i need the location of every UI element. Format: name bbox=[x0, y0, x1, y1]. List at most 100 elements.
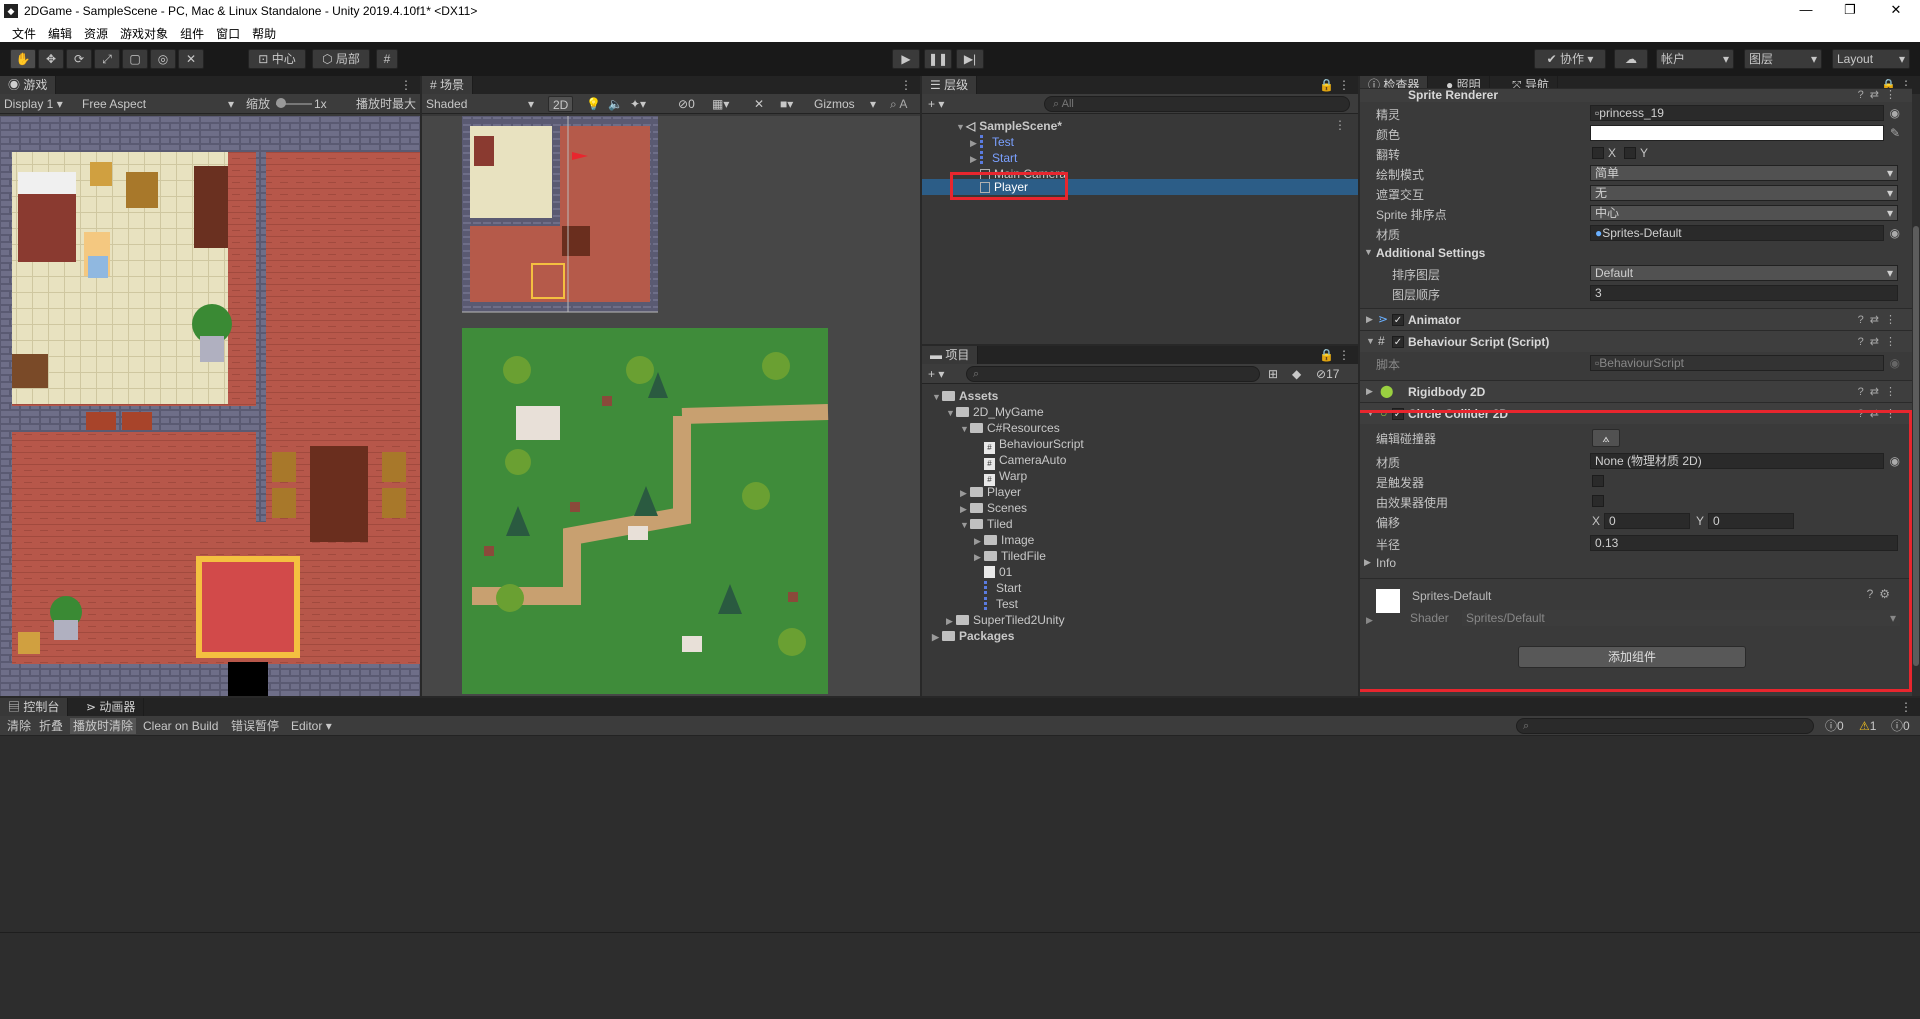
foldout-arrow-icon[interactable]: ▶ bbox=[932, 629, 942, 645]
panel-menu-icon[interactable]: ⋮ bbox=[1338, 348, 1350, 362]
project-item[interactable]: Start bbox=[974, 580, 1021, 596]
component-menu-icons[interactable]: ?⇄⋮ bbox=[1858, 313, 1902, 326]
scene-map[interactable] bbox=[462, 116, 842, 696]
cloud-icon[interactable]: ☁ bbox=[1614, 49, 1648, 69]
script-enabled-checkbox[interactable]: ✓ bbox=[1392, 336, 1404, 348]
audio-icon[interactable]: 🔈 bbox=[608, 96, 623, 112]
maximize-button[interactable]: ❐ bbox=[1830, 2, 1870, 18]
foldout-arrow-icon[interactable]: ▼ bbox=[946, 405, 956, 421]
project-item[interactable]: ▼ Assets bbox=[932, 388, 998, 404]
move-tool-icon[interactable]: ✥ bbox=[38, 49, 64, 69]
rotate-tool-icon[interactable]: ⟳ bbox=[66, 49, 92, 69]
gizmos-dropdown[interactable]: Gizmos ▾ bbox=[814, 96, 876, 112]
clear-button[interactable]: 清除 bbox=[4, 718, 34, 734]
sprite-renderer-header[interactable]: Sprite Renderer ?⇄⋮ bbox=[1360, 88, 1912, 102]
hidden-objects-toggle[interactable]: ⊘0 bbox=[678, 96, 695, 112]
project-search[interactable]: ⌕ bbox=[966, 366, 1260, 382]
foldout-arrow-icon[interactable]: ▼ bbox=[960, 421, 970, 437]
project-item[interactable]: # BehaviourScript bbox=[974, 436, 1084, 454]
tab-animator[interactable]: ⋗ 动画器 bbox=[78, 698, 145, 716]
tab-scene[interactable]: # 场景 bbox=[422, 76, 474, 94]
object-picker-icon[interactable]: ◉ bbox=[1890, 226, 1900, 240]
tab-console[interactable]: ▤ 控制台 bbox=[0, 698, 69, 716]
project-item[interactable]: Test bbox=[974, 596, 1018, 612]
label-icon[interactable]: ◆ bbox=[1292, 366, 1301, 382]
project-item[interactable]: ▼ Tiled bbox=[960, 516, 1013, 532]
hidden-packages-toggle[interactable]: ⊘17 bbox=[1316, 366, 1339, 382]
draw-mode-dropdown[interactable]: 简单 ▾ bbox=[1590, 165, 1898, 181]
tab-game[interactable]: ◉ 游戏 bbox=[0, 76, 57, 94]
log-count-toggle[interactable]: ⓘ0 bbox=[1822, 718, 1847, 734]
pivot-toggle[interactable]: ⊡ 中心 bbox=[248, 49, 306, 69]
sort-point-dropdown[interactable]: 中心 ▾ bbox=[1590, 205, 1898, 221]
foldout-arrow-icon[interactable]: ▶ bbox=[946, 613, 956, 629]
component-menu-icons[interactable]: ?⇄⋮ bbox=[1858, 335, 1902, 348]
scale-tool-icon[interactable]: ⤢ bbox=[94, 49, 120, 69]
behaviour-script-header[interactable]: ▼ # ✓ Behaviour Script (Script) ?⇄⋮ bbox=[1360, 330, 1912, 352]
mode-2d-toggle[interactable]: 2D bbox=[548, 96, 574, 112]
project-item[interactable]: ▼ 2D_MyGame bbox=[946, 404, 1044, 420]
hierarchy-item-start[interactable]: ▶ Start bbox=[970, 150, 1017, 166]
game-view[interactable] bbox=[0, 116, 420, 696]
hierarchy-item-test[interactable]: ▶ Test bbox=[970, 134, 1014, 150]
rigidbody-header[interactable]: ▶ ⬤ Rigidbody 2D ?⇄⋮ bbox=[1360, 380, 1912, 402]
material-field[interactable]: ●Sprites-Default bbox=[1590, 225, 1884, 241]
pause-button[interactable]: ❚❚ bbox=[924, 49, 952, 69]
clear-on-play-toggle[interactable]: 播放时清除 bbox=[70, 718, 137, 734]
project-item[interactable]: 01 bbox=[974, 564, 1012, 580]
object-picker-icon[interactable]: ◉ bbox=[1890, 106, 1900, 120]
tools-icon[interactable]: ✕ bbox=[754, 96, 764, 112]
additional-settings-foldout[interactable]: ▼ Additional Settings bbox=[1360, 244, 1912, 262]
menu-assets[interactable]: 资源 bbox=[78, 22, 114, 42]
collab-dropdown[interactable]: ✔ 协作 ▾ bbox=[1534, 49, 1606, 69]
panel-menu-icon[interactable]: ⋮ bbox=[900, 78, 912, 92]
display-dropdown[interactable]: Display 1 ▾ bbox=[4, 96, 80, 112]
scrollbar-thumb[interactable] bbox=[1913, 226, 1919, 666]
animator-enabled-checkbox[interactable]: ✓ bbox=[1392, 314, 1404, 326]
hand-tool-icon[interactable]: ✋ bbox=[10, 49, 36, 69]
layers-dropdown[interactable]: 图层 ▾ bbox=[1744, 49, 1822, 69]
menu-edit[interactable]: 编辑 bbox=[42, 22, 78, 42]
mask-interaction-dropdown[interactable]: 无 ▾ bbox=[1590, 185, 1898, 201]
transform-tool-icon[interactable]: ◎ bbox=[150, 49, 176, 69]
maximize-on-play-toggle[interactable]: 播放时最大 bbox=[356, 96, 416, 112]
component-menu-icons[interactable]: ?⇄⋮ bbox=[1858, 88, 1902, 101]
menu-window[interactable]: 窗口 bbox=[210, 22, 246, 42]
grid-snap-icon[interactable]: # bbox=[376, 49, 398, 69]
scene-menu-icon[interactable]: ⋮ bbox=[1334, 118, 1346, 132]
eyedropper-icon[interactable]: ✎ bbox=[1890, 126, 1900, 140]
foldout-arrow-icon[interactable]: ▼ bbox=[960, 517, 970, 533]
custom-tool-icon[interactable]: ✕ bbox=[178, 49, 204, 69]
project-item[interactable]: # CameraAuto bbox=[974, 452, 1066, 470]
project-item[interactable]: ▶ Image bbox=[974, 532, 1034, 548]
component-menu-icons[interactable]: ?⇄⋮ bbox=[1858, 385, 1902, 398]
tab-hierarchy[interactable]: ☰ 层级 bbox=[922, 76, 978, 94]
scene-root[interactable]: ▼◁ SampleScene* bbox=[956, 118, 1062, 134]
create-asset-button[interactable]: + ▾ bbox=[928, 366, 944, 382]
filter-type-icon[interactable]: ⊞ bbox=[1268, 366, 1278, 382]
step-button[interactable]: ▶| bbox=[956, 49, 984, 69]
error-count-toggle[interactable]: ⓘ0 bbox=[1888, 718, 1913, 734]
panel-menu-icon[interactable]: ⋮ bbox=[1900, 700, 1912, 714]
aspect-dropdown[interactable]: Free Aspect ▾ bbox=[82, 96, 236, 112]
effects-icon[interactable]: ✦▾ bbox=[630, 96, 646, 112]
play-button[interactable]: ▶ bbox=[892, 49, 920, 69]
layout-dropdown[interactable]: Layout ▾ bbox=[1832, 49, 1910, 69]
foldout-arrow-icon[interactable]: ▶ bbox=[960, 485, 970, 501]
scale-slider-handle[interactable] bbox=[276, 98, 286, 108]
space-toggle[interactable]: ⬡ 局部 bbox=[312, 49, 370, 69]
error-pause-toggle[interactable]: 错误暂停 bbox=[228, 718, 282, 734]
foldout-arrow-icon[interactable]: ▼ bbox=[932, 389, 942, 405]
collapse-button[interactable]: 折叠 bbox=[36, 718, 66, 734]
order-in-layer-field[interactable]: 3 bbox=[1590, 285, 1898, 301]
grid-toggle-icon[interactable]: ▦▾ bbox=[712, 96, 729, 112]
create-button[interactable]: + ▾ bbox=[928, 96, 944, 112]
foldout-arrow-icon[interactable]: ▶ bbox=[974, 533, 984, 549]
tab-project[interactable]: ▬ 项目 bbox=[922, 346, 979, 364]
menu-gameobject[interactable]: 游戏对象 bbox=[114, 22, 174, 42]
project-item[interactable]: ▶ Scenes bbox=[960, 500, 1027, 516]
scene-search[interactable]: ⌕ A bbox=[890, 96, 907, 112]
editor-dropdown[interactable]: Editor ▾ bbox=[288, 718, 335, 734]
panel-menu-icon[interactable]: ⋮ bbox=[400, 78, 412, 92]
menu-help[interactable]: 帮助 bbox=[246, 22, 282, 42]
